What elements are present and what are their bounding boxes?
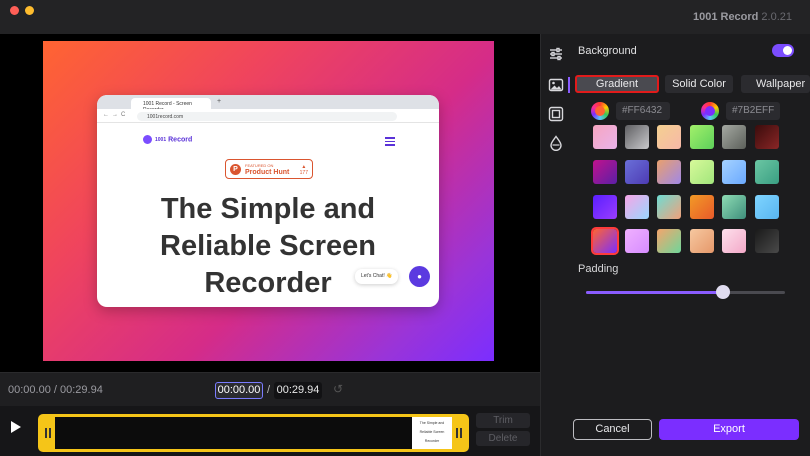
background-toggle[interactable] [772,44,794,57]
hamburger-menu-icon [385,135,395,148]
gradient-swatch[interactable] [755,125,779,149]
gradient-swatch[interactable] [690,195,714,219]
preview-canvas: 1001 Record - Screen Recorder + ←→C 1001… [43,41,494,361]
cancel-button[interactable]: Cancel [573,419,652,440]
thumbnail-text: Reliable Screen [419,430,445,434]
gradient-swatch[interactable] [593,195,617,219]
droplet-icon[interactable] [548,135,564,151]
tab-gradient[interactable]: Gradient [575,75,659,93]
gradient-swatch[interactable] [690,229,714,253]
producthunt-featured: FEATURED ON [245,163,274,168]
browser-tab: 1001 Record - Screen Recorder [131,98,211,113]
gradient-swatch[interactable] [722,229,746,253]
gradient-swatch[interactable] [657,160,681,184]
padding-slider-fill [586,291,723,294]
app-name: 1001 Record [692,11,759,23]
timeline-track[interactable]: The Simple and Reliable Screen Recorder [38,414,469,452]
end-color-picker[interactable] [701,102,719,120]
gradient-swatch[interactable] [722,125,746,149]
settings-sidebar [540,34,570,456]
start-color-picker[interactable] [591,102,609,120]
frame-icon[interactable] [548,106,564,122]
thumbnail-text: Recorder [424,439,440,443]
timeline-thumbnail: The Simple and Reliable Screen Recorder [412,417,452,449]
background-label: Background [578,45,637,57]
toggle-knob [783,46,792,55]
background-panel: Background Gradient Solid Color Wallpape… [570,34,810,456]
export-button[interactable]: Export [659,419,799,440]
producthunt-name: Product Hunt [245,169,290,176]
end-color-hex[interactable]: #7B2EFF [726,102,780,120]
site-logo-prefix: 1001 [155,137,167,144]
trim-handle-right[interactable] [452,417,466,449]
delete-button[interactable]: Delete [476,431,530,446]
gradient-swatch[interactable] [722,195,746,219]
time-bar: 00:00.00 / 00:29.94 00:00.00 / 00:29.94 … [0,372,540,406]
browser-url-bar: ←→C 1001record.com [97,109,439,123]
gradient-swatch[interactable] [722,160,746,184]
gradient-swatch[interactable] [755,229,779,253]
play-button[interactable] [11,421,21,433]
padding-slider-knob[interactable] [716,285,730,299]
chat-icon: ● [409,266,430,287]
site-name: Record [168,136,193,144]
gradient-swatch[interactable] [657,229,681,253]
hero-line: The Simple and [160,193,376,225]
gradient-swatch[interactable] [625,195,649,219]
new-tab-icon: + [217,98,222,105]
trim-handle-left[interactable] [41,417,55,449]
tab-wallpaper[interactable]: Wallpaper [741,75,810,93]
producthunt-badge: P FEATURED ON Product Hunt ▲ 177 [225,159,313,179]
gradient-swatch[interactable] [657,125,681,149]
producthunt-vote-count: 177 [299,170,308,176]
timeline-track-bar: The Simple and Reliable Screen Recorder … [0,406,540,456]
reset-icon[interactable]: ↺ [333,382,343,396]
hero-heading: The Simple and Reliable Screen Recorder [97,191,439,302]
app-title: 1001 Record 2.0.21 [693,11,792,23]
minimize-window-button[interactable] [25,6,34,15]
gradient-swatch[interactable] [625,229,649,253]
trim-start-time-input[interactable]: 00:00.00 [215,382,263,399]
app-window: 1001 Record2.0.21 1001 Record - Screen R… [0,0,810,456]
browser-nav-icons: ←→C [103,112,129,118]
trim-button[interactable]: Trim [476,413,530,428]
start-color-hex[interactable]: #FF6432 [616,102,670,120]
app-version: 2.0.21 [761,11,792,23]
sliders-icon[interactable] [548,46,564,62]
close-window-button[interactable] [10,6,19,15]
thumbnail-text: The Simple and [419,421,445,425]
gradient-swatch[interactable] [593,160,617,184]
logo-icon [143,135,152,144]
padding-slider[interactable] [586,285,785,299]
playback-time: 00:00.00 / 00:29.94 [8,384,103,396]
gradient-swatch[interactable] [755,160,779,184]
gradient-swatch[interactable] [625,125,649,149]
image-icon[interactable] [548,77,564,93]
hero-line: Reliable Screen [160,230,376,262]
gradient-swatch[interactable] [690,160,714,184]
producthunt-votes: ▲ 177 [299,164,308,176]
gradient-swatch[interactable] [591,227,619,255]
gradient-swatch[interactable] [593,125,617,149]
preview-stage: 1001 Record - Screen Recorder + ←→C 1001… [0,34,540,372]
gradient-swatch[interactable] [690,125,714,149]
browser-tab-bar: 1001 Record - Screen Recorder + [97,95,439,113]
chat-bubble: Let's Chat! 👋 [355,269,399,284]
recorded-browser-window: 1001 Record - Screen Recorder + ←→C 1001… [97,95,439,307]
gradient-swatch[interactable] [625,160,649,184]
trim-end-time-input[interactable]: 00:29.94 [274,382,322,399]
time-separator: / [267,384,271,396]
gradient-swatch[interactable] [657,195,681,219]
browser-url: 1001record.com [137,112,397,121]
producthunt-icon: P [230,164,241,175]
padding-label: Padding [578,263,619,275]
tab-solid-color[interactable]: Solid Color [665,75,733,93]
gradient-swatch[interactable] [755,195,779,219]
title-bar: 1001 Record 2.0.21 [0,0,810,34]
site-logo: 1001 Record [143,135,192,144]
